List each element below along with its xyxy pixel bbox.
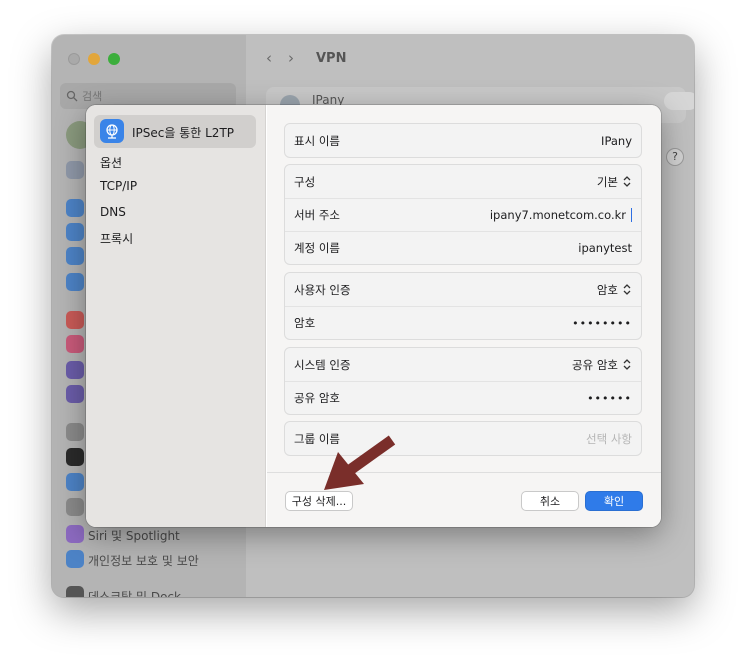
sidebar-item-siri[interactable]: Siri 및 Spotlight <box>88 527 180 544</box>
general-icon[interactable] <box>66 423 84 441</box>
focus-icon[interactable] <box>66 361 84 379</box>
display-name-field[interactable]: IPany <box>601 134 632 148</box>
display-name-label: 표시 이름 <box>294 133 340 148</box>
config-select[interactable]: 기본 <box>597 174 632 190</box>
system-auth-group: 시스템 인증 공유 암호 공유 암호 •••••• <box>284 347 642 415</box>
sheet-content: 표시 이름 IPany 구성 기본 서버 주소 ipany7.monetcom.… <box>267 105 661 527</box>
config-value: 기본 <box>596 174 618 189</box>
user-auth-select[interactable]: 암호 <box>597 282 632 298</box>
display-name-row[interactable]: 표시 이름 IPany <box>285 124 641 157</box>
family-icon[interactable] <box>66 161 84 179</box>
group-name-field[interactable]: 선택 사항 <box>586 431 632 447</box>
account-name-field[interactable]: ipanytest <box>578 241 632 255</box>
vpn-config-sheet: IPSec을 통한 L2TP 옵션 TCP/IP DNS 프록시 표시 이름 I… <box>86 105 661 527</box>
vpn-toggle[interactable] <box>664 92 694 110</box>
system-auth-label: 시스템 인증 <box>294 357 351 372</box>
sidebar-item-desktop-dock[interactable]: 데스크탑 및 Dock <box>88 588 181 597</box>
config-label: 구성 <box>294 174 316 189</box>
ok-button[interactable]: 확인 <box>585 491 643 511</box>
network-icon[interactable] <box>66 247 84 265</box>
sheet-sidebar: IPSec을 통한 L2TP 옵션 TCP/IP DNS 프록시 <box>86 105 266 527</box>
sidebar-item-tcpip[interactable]: TCP/IP <box>100 179 137 193</box>
bluetooth-icon[interactable] <box>66 223 84 241</box>
group-name-group: 그룹 이름 선택 사항 <box>284 421 642 456</box>
vpn-globe-icon <box>100 119 124 143</box>
desktop-dock-icon[interactable] <box>66 586 84 597</box>
user-auth-value: 암호 <box>596 282 618 297</box>
screen-time-icon[interactable] <box>66 385 84 403</box>
control-center-icon[interactable] <box>66 498 84 516</box>
delete-config-button[interactable]: 구성 삭제... <box>285 491 353 511</box>
search-placeholder: 검색 <box>82 90 103 103</box>
server-group: 구성 기본 서버 주소 ipany7.monetcom.co.kr 계정 이름 … <box>284 164 642 265</box>
group-name-row[interactable]: 그룹 이름 선택 사항 <box>285 422 641 455</box>
close-button[interactable] <box>68 53 80 65</box>
sidebar-item-label: IPSec을 통한 L2TP <box>132 126 235 140</box>
account-name-label: 계정 이름 <box>294 241 340 255</box>
stepper-icon <box>623 284 631 295</box>
forward-icon[interactable]: › <box>288 49 294 67</box>
server-address-value: ipany7.monetcom.co.kr <box>489 208 626 222</box>
user-auth-group: 사용자 인증 암호 암호 •••••••• <box>284 272 642 340</box>
password-label: 암호 <box>294 316 316 330</box>
shared-secret-field[interactable]: •••••• <box>587 392 632 405</box>
text-cursor <box>631 208 632 222</box>
password-field[interactable]: •••••••• <box>572 317 632 330</box>
stepper-icon <box>623 359 631 370</box>
footer-divider <box>267 472 661 473</box>
siri-icon[interactable] <box>66 525 84 543</box>
password-row[interactable]: 암호 •••••••• <box>285 306 641 339</box>
sidebar-item-privacy[interactable]: 개인정보 보호 및 보안 <box>88 552 199 569</box>
sidebar-item-options[interactable]: 옵션 <box>100 154 122 171</box>
system-auth-row[interactable]: 시스템 인증 공유 암호 <box>285 348 641 381</box>
sidebar-item-dns[interactable]: DNS <box>100 205 126 219</box>
toolbar-navigation: ‹ › VPN <box>266 49 346 67</box>
privacy-icon[interactable] <box>66 550 84 568</box>
back-icon[interactable]: ‹ <box>266 49 272 67</box>
search-icon <box>66 90 78 102</box>
page-title: VPN <box>316 50 347 66</box>
appearance-icon[interactable] <box>66 448 84 466</box>
zoom-button[interactable] <box>108 53 120 65</box>
system-auth-select[interactable]: 공유 암호 <box>572 357 632 373</box>
system-auth-value: 공유 암호 <box>572 357 618 372</box>
window-controls <box>68 53 120 65</box>
shared-secret-row[interactable]: 공유 암호 •••••• <box>285 381 641 414</box>
help-icon[interactable]: ? <box>666 148 684 166</box>
sidebar-item-proxy[interactable]: 프록시 <box>100 230 133 247</box>
shared-secret-label: 공유 암호 <box>294 391 340 405</box>
account-name-row[interactable]: 계정 이름 ipanytest <box>285 231 641 264</box>
server-address-field[interactable]: ipany7.monetcom.co.kr <box>490 208 632 222</box>
server-address-row[interactable]: 서버 주소 ipany7.monetcom.co.kr <box>285 198 641 231</box>
notifications-icon[interactable] <box>66 311 84 329</box>
user-auth-label: 사용자 인증 <box>294 282 351 297</box>
sound-icon[interactable] <box>66 335 84 353</box>
vpn-icon[interactable] <box>66 273 84 291</box>
minimize-button[interactable] <box>88 53 100 65</box>
stepper-icon <box>623 176 631 187</box>
accessibility-icon[interactable] <box>66 473 84 491</box>
config-row[interactable]: 구성 기본 <box>285 165 641 198</box>
wifi-icon[interactable] <box>66 199 84 217</box>
user-auth-row[interactable]: 사용자 인증 암호 <box>285 273 641 306</box>
cancel-button[interactable]: 취소 <box>521 491 579 511</box>
server-address-label: 서버 주소 <box>294 208 340 222</box>
display-name-group: 표시 이름 IPany <box>284 123 642 158</box>
group-name-label: 그룹 이름 <box>294 431 340 446</box>
